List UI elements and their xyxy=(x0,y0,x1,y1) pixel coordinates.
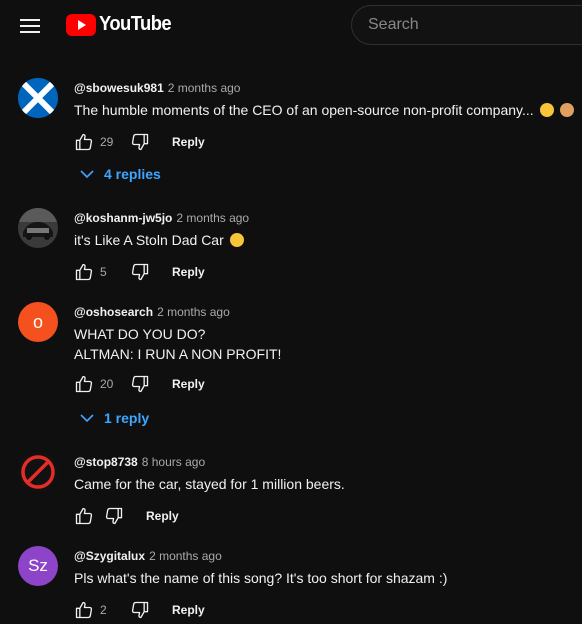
comment-time[interactable]: 2 months ago xyxy=(149,549,222,563)
avatar-letter: Sz xyxy=(28,556,48,575)
replies-label: 4 replies xyxy=(104,166,161,182)
car-photo-avatar xyxy=(18,208,58,248)
dislike-icon[interactable] xyxy=(104,506,124,526)
comment-text: WHAT DO YOU DO? ALTMAN: I RUN A NON PROF… xyxy=(74,324,572,364)
comment-time[interactable]: 2 months ago xyxy=(176,211,249,225)
comment-text: it's Like A Stoln Dad Car xyxy=(74,232,224,248)
avatar[interactable] xyxy=(18,208,58,248)
view-replies-button[interactable]: 1 reply xyxy=(80,408,149,428)
comment-author[interactable]: @koshanm-jw5jo xyxy=(74,211,172,225)
reply-button[interactable]: Reply xyxy=(172,265,205,279)
dislike-icon[interactable] xyxy=(130,262,150,282)
like-count: 5 xyxy=(100,265,107,279)
avatar[interactable]: o xyxy=(18,302,58,342)
comment-text: The humble moments of the CEO of an open… xyxy=(74,102,534,118)
comment-text: Pls what's the name of this song? It's t… xyxy=(74,570,448,586)
reply-button[interactable]: Reply xyxy=(146,509,179,523)
comment-author[interactable]: @stop8738 xyxy=(74,455,138,469)
scotland-flag-avatar xyxy=(18,78,58,118)
like-icon[interactable] xyxy=(74,262,94,282)
dislike-icon[interactable] xyxy=(130,600,150,620)
dislike-icon[interactable] xyxy=(130,132,150,152)
comment-author[interactable]: @sbowesuk981 xyxy=(74,81,164,95)
person-facepalming-emoji-icon xyxy=(559,103,574,117)
like-count: 2 xyxy=(100,603,107,617)
avatar[interactable] xyxy=(18,452,58,492)
avatar-letter: o xyxy=(32,311,43,332)
comment-author[interactable]: @oshosearch xyxy=(74,305,153,319)
like-count: 29 xyxy=(100,135,114,149)
avatar[interactable] xyxy=(18,78,58,118)
view-replies-button[interactable]: 4 replies xyxy=(80,164,161,184)
reply-button[interactable]: Reply xyxy=(172,135,205,149)
comment-text: Came for the car, stayed for 1 million b… xyxy=(74,476,345,492)
like-count: 20 xyxy=(100,377,114,391)
like-icon[interactable] xyxy=(74,132,94,152)
top-bar: YouTube xyxy=(0,0,582,52)
face-with-tears-of-joy-emoji-icon xyxy=(229,233,244,247)
like-icon[interactable] xyxy=(74,600,94,620)
youtube-play-icon xyxy=(66,13,96,36)
youtube-logo[interactable]: YouTube xyxy=(66,13,177,36)
comment-text-line: WHAT DO YOU DO? xyxy=(74,326,206,342)
replies-label: 1 reply xyxy=(104,410,150,426)
reply-button[interactable]: Reply xyxy=(172,603,205,617)
comment-author[interactable]: @Szygitalux xyxy=(74,549,145,563)
dislike-icon[interactable] xyxy=(130,374,150,394)
avatar[interactable]: Sz xyxy=(18,546,58,586)
comment-time[interactable]: 2 months ago xyxy=(157,305,230,319)
reply-button[interactable]: Reply xyxy=(172,377,205,391)
like-icon[interactable] xyxy=(74,374,94,394)
logo-text: YouTube xyxy=(99,13,172,35)
no-sign-avatar xyxy=(18,452,58,492)
search-input[interactable] xyxy=(368,6,582,44)
hamburger-menu-icon[interactable] xyxy=(14,10,46,42)
chevron-down-icon xyxy=(80,170,94,179)
comment-time[interactable]: 2 months ago xyxy=(168,81,241,95)
chevron-down-icon xyxy=(80,414,94,423)
thinking-face-emoji-icon xyxy=(539,103,554,117)
search-box xyxy=(351,5,582,45)
comment-time[interactable]: 8 hours ago xyxy=(142,455,205,469)
comment-text-line: ALTMAN: I RUN A NON PROFIT! xyxy=(74,346,282,362)
like-icon[interactable] xyxy=(74,506,94,526)
